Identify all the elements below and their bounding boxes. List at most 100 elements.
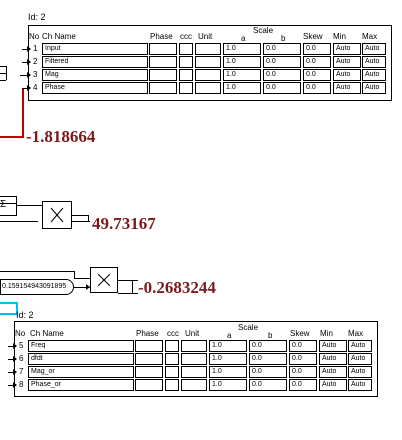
row-skew-cell[interactable]: 0.0 [303, 56, 331, 68]
row-skew-cell[interactable]: 0.0 [289, 379, 317, 391]
ccc-cell[interactable] [179, 82, 193, 94]
value-readout-1: -1.818664 [26, 127, 96, 146]
row-max-cell[interactable]: Auto [362, 69, 386, 81]
row-skew-cell[interactable]: 0.0 [289, 366, 317, 378]
phase-cell[interactable] [135, 366, 163, 378]
row-skew-cell[interactable]: 0.0 [289, 340, 317, 352]
unit-cell[interactable] [195, 82, 221, 94]
unit-cell[interactable] [195, 43, 221, 55]
row-a-cell[interactable]: 1.0 [223, 56, 261, 68]
wire [74, 278, 90, 279]
row-a-cell[interactable]: 1.0 [209, 366, 247, 378]
wire [118, 293, 138, 294]
phase-cell[interactable] [149, 82, 177, 94]
row-b-cell[interactable]: 0.0 [263, 43, 301, 55]
value-readout-3: -0.2683244 [138, 278, 216, 297]
row-min-cell[interactable]: Auto [333, 69, 361, 81]
row-name-cell[interactable]: dfdt [28, 353, 134, 365]
row-a-cell[interactable]: 1.0 [223, 43, 261, 55]
unit-cell[interactable] [181, 366, 207, 378]
ccc-cell[interactable] [165, 379, 179, 391]
ccc-cell[interactable] [165, 353, 179, 365]
wire [0, 80, 6, 81]
row-a-cell[interactable]: 1.0 [209, 340, 247, 352]
ccc-cell[interactable] [165, 340, 179, 352]
row-skew-cell[interactable]: 0.0 [289, 353, 317, 365]
row-b-cell[interactable]: 0.0 [263, 69, 301, 81]
row-b-cell[interactable]: 0.0 [249, 353, 287, 365]
row-name-cell[interactable]: Phase [42, 82, 148, 94]
wire [0, 271, 74, 272]
row-max-cell[interactable]: Auto [362, 82, 386, 94]
row-max-cell[interactable]: Auto [348, 340, 372, 352]
constant-block[interactable]: 0.159154943091895 [0, 279, 74, 295]
row-name-cell[interactable]: Input [42, 43, 148, 55]
input-arrow-icon [27, 59, 31, 65]
multiply-block-1[interactable] [42, 201, 72, 229]
row-skew-cell[interactable]: 0.0 [303, 69, 331, 81]
row-b-cell[interactable]: 0.0 [263, 56, 301, 68]
unit-cell[interactable] [195, 56, 221, 68]
row-min-cell[interactable]: Auto [319, 353, 347, 365]
row-min-cell[interactable]: Auto [319, 366, 347, 378]
row-name-cell[interactable]: Mag [42, 69, 148, 81]
unit-cell[interactable] [181, 340, 207, 352]
row-b-cell[interactable]: 0.0 [249, 366, 287, 378]
header-max: Max [362, 32, 378, 41]
row-min-cell[interactable]: Auto [319, 340, 347, 352]
row-a-cell[interactable]: 1.0 [223, 69, 261, 81]
row-number-cell: 5 [19, 341, 24, 350]
row-b-cell[interactable]: 0.0 [249, 340, 287, 352]
sum-symbol-icon: Σ [0, 199, 7, 210]
constant-value: 0.159154943091895 [2, 283, 67, 290]
row-max-cell[interactable]: Auto [362, 56, 386, 68]
row-name-cell[interactable]: Filtered [42, 56, 148, 68]
phase-cell[interactable] [135, 340, 163, 352]
unit-cell[interactable] [181, 353, 207, 365]
phase-cell[interactable] [149, 56, 177, 68]
header-no: No [15, 329, 26, 338]
row-a-cell[interactable]: 1.0 [209, 379, 247, 391]
wire [0, 196, 16, 197]
header-b: b [268, 331, 273, 340]
row-name-cell[interactable]: Mag_or [28, 366, 134, 378]
row-max-cell[interactable]: Auto [348, 379, 372, 391]
header-phase: Phase [136, 329, 159, 338]
phase-cell[interactable] [135, 379, 163, 391]
row-max-cell[interactable]: Auto [348, 366, 372, 378]
wire [22, 88, 28, 89]
value-readout-2: 49.73167 [92, 214, 156, 233]
row-b-cell[interactable]: 0.0 [263, 82, 301, 94]
ccc-cell[interactable] [179, 69, 193, 81]
phase-cell[interactable] [149, 43, 177, 55]
row-min-cell[interactable]: Auto [333, 82, 361, 94]
row-max-cell[interactable]: Auto [362, 43, 386, 55]
row-number-cell: 3 [33, 70, 38, 79]
row-a-cell[interactable]: 1.0 [223, 82, 261, 94]
row-name-cell[interactable]: Freq [28, 340, 134, 352]
row-max-cell[interactable]: Auto [348, 353, 372, 365]
wire [16, 196, 17, 216]
row-skew-cell[interactable]: 0.0 [303, 82, 331, 94]
ccc-cell[interactable] [165, 366, 179, 378]
row-b-cell[interactable]: 0.0 [249, 379, 287, 391]
multiply-block-2[interactable] [90, 267, 118, 293]
phase-cell[interactable] [135, 353, 163, 365]
row-name-cell[interactable]: Phase_or [28, 379, 134, 391]
wire [74, 271, 75, 278]
wire [0, 66, 6, 67]
unit-cell[interactable] [195, 69, 221, 81]
unit-cell[interactable] [181, 379, 207, 391]
row-min-cell[interactable]: Auto [333, 56, 361, 68]
input-arrow-icon [27, 46, 31, 52]
row-min-cell[interactable]: Auto [333, 43, 361, 55]
phase-cell[interactable] [149, 69, 177, 81]
wire [6, 66, 7, 80]
row-a-cell[interactable]: 1.0 [209, 353, 247, 365]
row-min-cell[interactable]: Auto [319, 379, 347, 391]
header-skew: Skew [303, 32, 323, 41]
row-skew-cell[interactable]: 0.0 [303, 43, 331, 55]
ccc-cell[interactable] [179, 43, 193, 55]
wire [20, 75, 28, 76]
ccc-cell[interactable] [179, 56, 193, 68]
